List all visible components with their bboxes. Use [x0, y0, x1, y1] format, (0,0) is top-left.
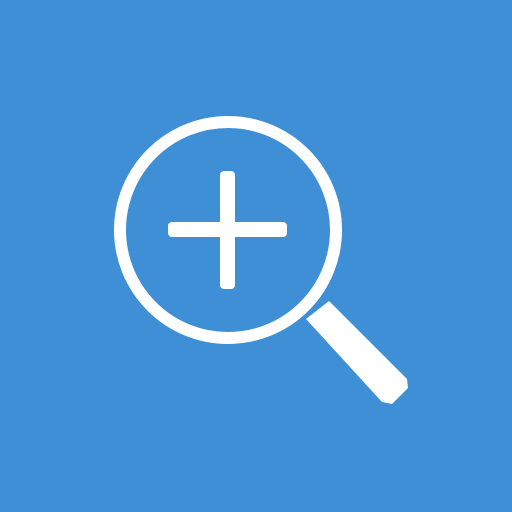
magnifier-handle	[306, 301, 408, 404]
zoom-in-tile[interactable]	[0, 0, 512, 512]
zoom-in-icon	[114, 116, 408, 404]
plus-vertical-bar	[220, 171, 235, 289]
